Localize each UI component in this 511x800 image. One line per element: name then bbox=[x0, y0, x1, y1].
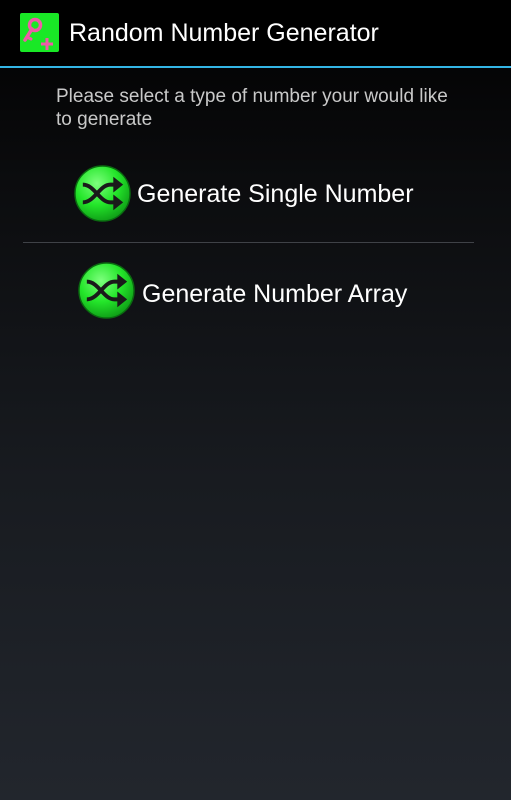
shuffle-icon bbox=[74, 165, 131, 222]
generate-single-number-option[interactable]: Generate Single Number bbox=[23, 153, 474, 235]
shuffle-icon bbox=[78, 262, 135, 319]
action-bar-divider bbox=[0, 66, 511, 68]
generate-number-array-option[interactable]: Generate Number Array bbox=[23, 252, 474, 334]
option-label: Generate Number Array bbox=[142, 280, 408, 308]
key-plus-icon[interactable] bbox=[20, 13, 59, 52]
app-title: Random Number Generator bbox=[69, 19, 379, 47]
option-label: Generate Single Number bbox=[137, 180, 414, 208]
list-divider bbox=[23, 242, 474, 243]
instruction-text: Please select a type of number your woul… bbox=[56, 86, 448, 130]
action-bar: Random Number Generator bbox=[0, 0, 511, 66]
